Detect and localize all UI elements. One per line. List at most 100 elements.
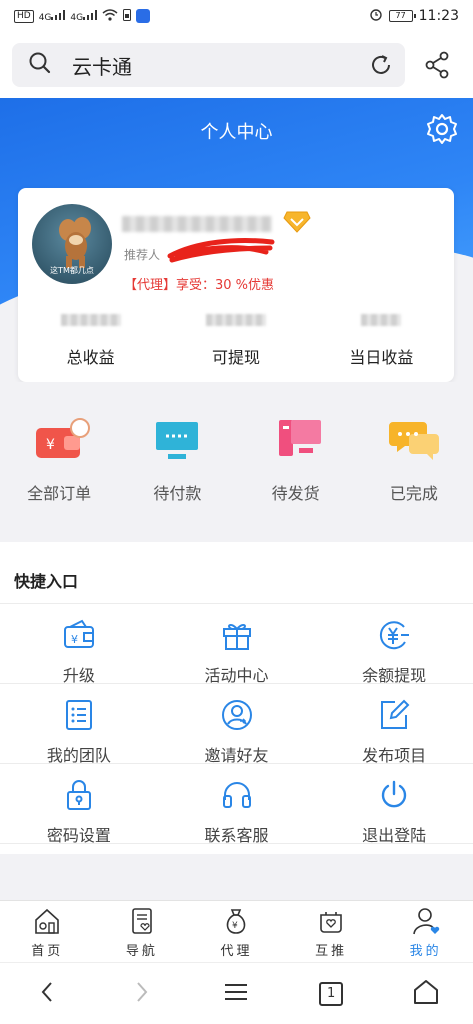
quick-logout[interactable]: 退出登陆 [315, 764, 473, 845]
edit-icon [377, 699, 411, 736]
home-outline-icon [412, 979, 440, 1009]
quick-my-team[interactable]: 我的团队 [0, 684, 158, 765]
order-label: 待付款 [153, 484, 202, 503]
search-field[interactable]: 云卡通 [12, 43, 405, 87]
quick-row: 密码设置 联系客服 退出登陆 [0, 764, 473, 845]
tab-mine[interactable]: 我的 [378, 901, 473, 962]
earnings-stats: 总收益 可提现 当日收益 [18, 314, 454, 374]
share-icon[interactable] [424, 51, 450, 83]
tab-home[interactable]: 首页 [0, 901, 95, 962]
tab-navigation[interactable]: 导航 [95, 901, 190, 962]
home-button[interactable] [378, 963, 473, 1024]
user-circle-icon [220, 700, 254, 736]
settings-gear-icon[interactable] [425, 112, 459, 150]
stat-total-earnings[interactable]: 总收益 [18, 314, 163, 374]
quick-password-settings[interactable]: 密码设置 [0, 764, 158, 845]
back-button[interactable] [0, 963, 95, 1024]
chat-icon [383, 422, 445, 466]
stat-value-blurred [60, 314, 121, 326]
profile-card: 这TM都几点 推荐人 【代理】享受：30 %优惠 总收益 可提现 当日收益 [18, 188, 454, 382]
quick-label: 余额提现 [362, 666, 427, 685]
sim-icon [123, 8, 132, 24]
order-label: 待发货 [271, 484, 320, 503]
quick-row: 我的团队 邀请好友 发布项目 [0, 684, 473, 765]
quick-activity-center[interactable]: 活动中心 [158, 604, 316, 685]
person-icon [411, 908, 441, 940]
quick-upgrade[interactable]: ¥ 升级 [0, 604, 158, 685]
tab-label: 互推 [315, 944, 348, 959]
order-pending-payment[interactable]: 待付款 [118, 382, 236, 528]
tab-mutual-promote[interactable]: 互推 [284, 901, 379, 962]
status-bar: HD 4G 4G 77 11:23 [0, 0, 473, 32]
tab-count-icon: 1 [319, 981, 344, 1006]
power-icon [377, 780, 411, 816]
agent-discount-text: 【代理】享受：30 %优惠 [124, 278, 275, 293]
quick-label: 退出登陆 [362, 826, 427, 845]
gift-icon [220, 623, 254, 656]
yuan-icon [377, 621, 411, 656]
order-label: 已完成 [389, 484, 438, 503]
quick-publish-project[interactable]: 发布项目 [315, 684, 473, 765]
hd-indicator: HD [14, 9, 34, 23]
quick-entry-section: 快捷入口 ¥ 升级 活动中心 余额提现 我的团队 邀请好友 发布项目 密码设置 … [0, 542, 473, 854]
tab-label: 代理 [220, 944, 253, 959]
svg-text:¥: ¥ [46, 437, 55, 453]
headset-icon [220, 782, 254, 816]
monitor-icon [146, 422, 208, 466]
wallet-card-icon: ¥ [62, 619, 96, 656]
stat-label: 总收益 [66, 348, 115, 367]
system-nav-bar: 1 [0, 962, 473, 1024]
tab-label: 导航 [125, 944, 158, 959]
quick-label: 邀请好友 [204, 746, 269, 765]
lock-icon [62, 780, 96, 816]
money-bag-icon: ¥ [221, 909, 251, 940]
signal-icon-1: 4G [39, 9, 66, 23]
quick-invite-friends[interactable]: 邀请好友 [158, 684, 316, 765]
svg-text:¥: ¥ [71, 633, 78, 646]
clock-time: 11:23 [418, 8, 459, 24]
avatar[interactable]: 这TM都几点 [32, 204, 112, 284]
stat-label: 当日收益 [349, 348, 414, 367]
home-icon [32, 908, 62, 940]
menu-button[interactable] [189, 963, 284, 1024]
alarm-icon [369, 7, 383, 25]
search-icon [28, 51, 52, 79]
chevron-left-icon [39, 980, 55, 1008]
avatar-caption: 这TM都几点 [50, 266, 94, 275]
tabs-button[interactable]: 1 [284, 963, 379, 1024]
quick-label: 发布项目 [362, 746, 427, 765]
computer-icon [265, 420, 327, 466]
quick-withdraw-balance[interactable]: 余额提现 [315, 604, 473, 685]
tab-agent[interactable]: ¥ 代理 [189, 901, 284, 962]
stat-value-blurred [361, 314, 402, 326]
tab-label: 我的 [409, 944, 442, 959]
chevron-right-icon [134, 980, 150, 1008]
quick-contact-support[interactable]: 联系客服 [158, 764, 316, 845]
forward-button[interactable] [95, 963, 190, 1024]
quick-label: 升级 [62, 666, 95, 685]
order-shortcuts: ¥ 全部订单 待付款 待发货 已完成 [0, 382, 473, 528]
stat-daily-earnings[interactable]: 当日收益 [309, 314, 454, 374]
order-pending-shipment[interactable]: 待发货 [237, 382, 355, 528]
quick-label: 活动中心 [204, 666, 269, 685]
stat-label: 可提现 [211, 348, 260, 367]
quick-row: ¥ 升级 活动中心 余额提现 [0, 604, 473, 685]
hamburger-icon [224, 982, 248, 1006]
battery-icon: 77 [388, 10, 416, 22]
vip-diamond-icon [283, 210, 311, 238]
top-bar: 云卡通 [0, 32, 473, 98]
wallet-icon: ¥ [28, 418, 91, 466]
stat-value-blurred [205, 314, 266, 326]
list-icon [62, 700, 96, 736]
order-all[interactable]: ¥ 全部订单 [0, 382, 118, 528]
bottom-tab-bar: 首页 导航 ¥ 代理 互推 我的 [0, 900, 473, 962]
username-blurred [122, 216, 272, 232]
wifi-icon [102, 8, 118, 24]
section-title: 快捷入口 [0, 542, 473, 604]
stat-withdrawable[interactable]: 可提现 [163, 314, 308, 374]
order-label: 全部订单 [27, 484, 92, 503]
quick-label: 密码设置 [46, 826, 111, 845]
refresh-icon[interactable] [369, 53, 393, 81]
quick-label: 我的团队 [46, 746, 111, 765]
order-completed[interactable]: 已完成 [355, 382, 473, 528]
